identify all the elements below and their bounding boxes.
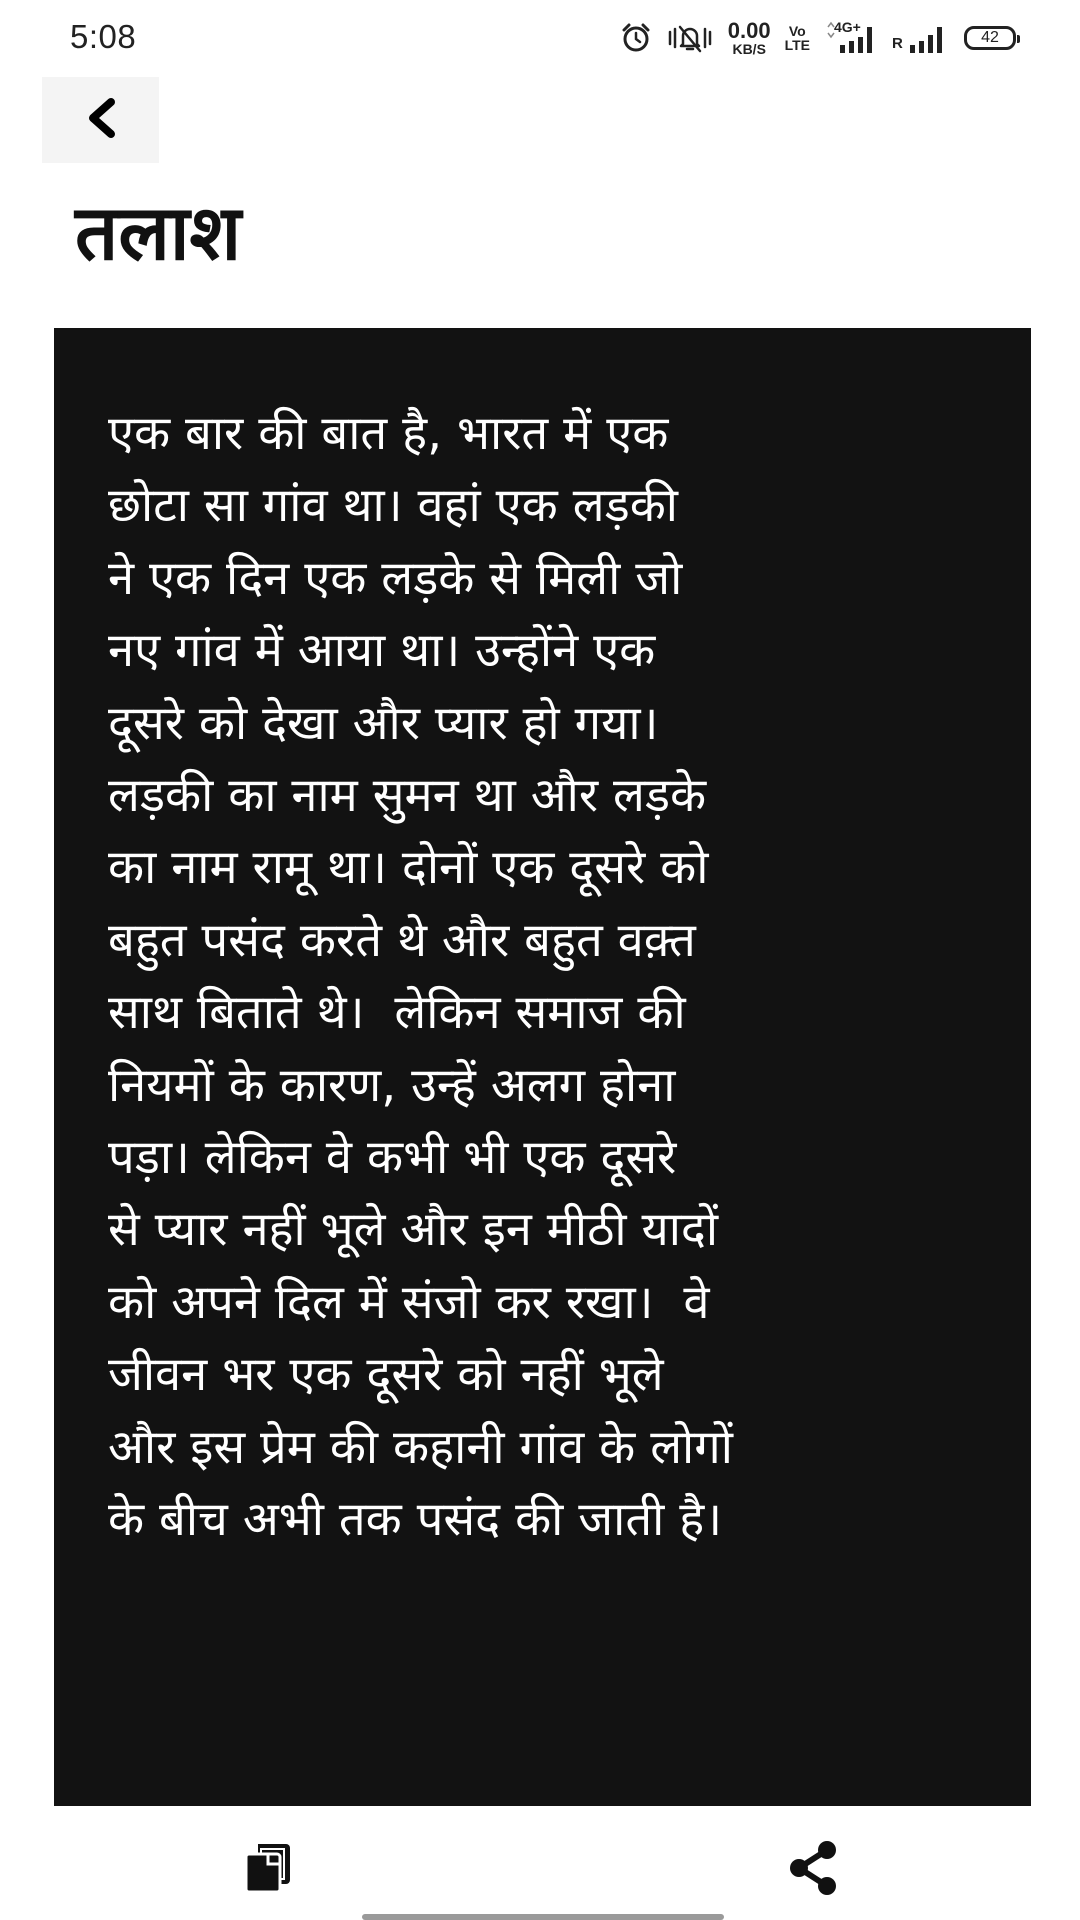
- status-bar: 5:08 0.00 KB/S Vo LTE 4G+ R 42: [0, 0, 1080, 76]
- story-line: का नाम रामू था। दोनों एक दूसरे को: [108, 840, 709, 896]
- story-line: बहुत पसंद करते थे और बहुत वक़्त: [108, 912, 696, 968]
- story-text: एक बार की बात है, भारत में एक छोटा सा गा…: [108, 398, 991, 1557]
- volte-indicator: Vo LTE: [785, 24, 810, 52]
- signal-roaming-icon: R: [892, 21, 950, 55]
- battery-level: 42: [981, 29, 999, 46]
- signal-4g-icon: 4G+: [824, 19, 878, 55]
- chevron-left-icon: [81, 96, 121, 144]
- story-line: के बीच अभी तक पसंद की जाती है।: [108, 1492, 723, 1548]
- copy-icon: [242, 1840, 298, 1900]
- story-line: एक बार की बात है, भारत में एक: [108, 406, 669, 461]
- battery-icon: 42: [964, 26, 1020, 50]
- story-line: लड़की का नाम सुमन था और लड़के: [108, 768, 707, 824]
- story-line: छोटा सा गांव था। वहां एक लड़की: [108, 478, 678, 534]
- back-button[interactable]: [42, 77, 159, 163]
- share-button[interactable]: [785, 1840, 841, 1900]
- volte-bottom: LTE: [784, 37, 810, 53]
- story-line: नए गांव में आया था। उन्होंने एक: [108, 623, 656, 679]
- copy-button[interactable]: [242, 1842, 298, 1898]
- home-indicator[interactable]: [362, 1914, 724, 1920]
- status-time: 5:08: [70, 18, 137, 55]
- story-line: जीवन भर एक दूसरे को नहीं भूले: [108, 1347, 664, 1403]
- story-line: दूसरे को देखा और प्यार हो गया।: [108, 695, 659, 751]
- story-line: पड़ा। लेकिन वे कभी भी एक दूसरे: [108, 1130, 677, 1186]
- network-speed: 0.00 KB/S: [727, 18, 771, 57]
- story-line: और इस प्रेम की कहानी गांव के लोगों: [108, 1419, 733, 1475]
- story-line: से प्यार नहीं भूले और इन मीठी यादों: [108, 1202, 719, 1258]
- story-line: साथ बिताते थे। लेकिन समाज की: [108, 985, 686, 1041]
- vibrate-silent-icon: [666, 22, 714, 54]
- status-icons: 0.00 KB/S Vo LTE 4G+ R 42: [620, 18, 1020, 58]
- network-speed-value: 0.00: [727, 18, 771, 43]
- story-line: को अपने दिल में संजो कर रखा। वे: [108, 1274, 710, 1330]
- page-title: तलाश: [75, 188, 242, 277]
- share-icon: [785, 1840, 841, 1900]
- story-line: नियमों के कारण, उन्हें अलग होना: [108, 1057, 676, 1113]
- story-card: एक बार की बात है, भारत में एक छोटा सा गा…: [54, 328, 1031, 1806]
- network-speed-unit: KB/S: [732, 41, 766, 57]
- story-line: ने एक दिन एक लड़के से मिली जो: [108, 550, 683, 606]
- alarm-icon: [620, 22, 652, 54]
- bottom-bar: [0, 1806, 1080, 1920]
